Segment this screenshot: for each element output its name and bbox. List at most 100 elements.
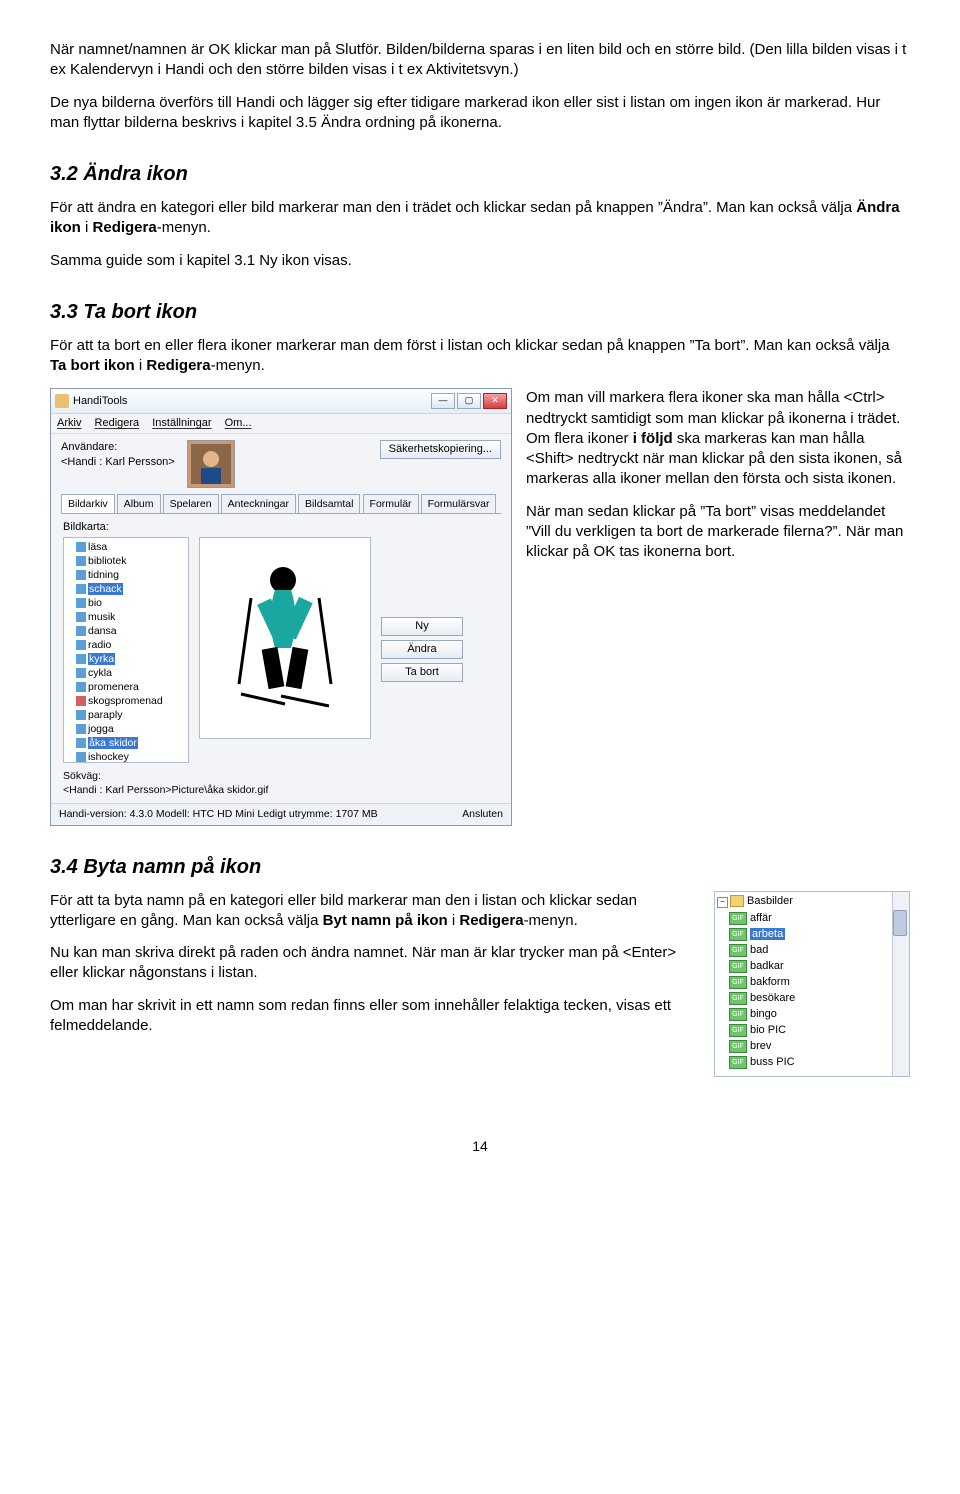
mini-tree-item-label: buss PIC (750, 1056, 795, 1068)
tab-bildsamtal[interactable]: Bildsamtal (298, 494, 360, 513)
window-buttons: — ▢ ✕ (431, 393, 507, 409)
mini-tree-root[interactable]: − Basbilder (717, 894, 907, 909)
tree-item[interactable]: åka skidor (76, 736, 186, 750)
tree-item[interactable]: bio (76, 596, 186, 610)
image-icon (76, 626, 86, 636)
delete-button[interactable]: Ta bort (381, 663, 463, 682)
mini-tree-item[interactable]: GIFbad (729, 942, 907, 958)
tree-item[interactable]: radio (76, 638, 186, 652)
tree-label: Bildkarta: (63, 520, 499, 535)
mini-tree-item[interactable]: GIFbadkar (729, 958, 907, 974)
image-icon (76, 668, 86, 678)
gif-icon: GIF (729, 912, 747, 925)
menu-arkiv[interactable]: Arkiv (57, 417, 81, 429)
mini-tree-item-label: bingo (750, 1008, 777, 1020)
status-right: Ansluten (462, 807, 503, 821)
sec33-r1-b: i följd (633, 430, 673, 447)
mini-tree-item[interactable]: GIFbrev (729, 1038, 907, 1054)
close-button[interactable]: ✕ (483, 393, 507, 409)
sec34-p1-c: i (448, 912, 460, 929)
menu-om[interactable]: Om... (225, 417, 252, 429)
gif-icon: GIF (729, 960, 747, 973)
mini-tree-item[interactable]: GIFbuss PIC (729, 1054, 907, 1070)
path-block: Sökväg: <Handi : Karl Persson>Picture\åk… (63, 769, 499, 797)
sec33-r1: Om man vill markera flera ikoner ska man… (526, 388, 910, 489)
tree-item[interactable]: promenera (76, 680, 186, 694)
statusbar: Handi-version: 4.3.0 Modell: HTC HD Mini… (51, 803, 511, 824)
tree-item[interactable]: jogga (76, 722, 186, 736)
menu-installningar[interactable]: Inställningar (152, 417, 211, 429)
tab-spelaren[interactable]: Spelaren (163, 494, 219, 513)
mini-tree[interactable]: − Basbilder GIFaffärGIFarbetaGIFbadGIFbad… (714, 891, 910, 1078)
sec34-p1-e: -menyn. (524, 912, 578, 929)
collapse-icon[interactable]: − (717, 897, 728, 908)
icon-tree[interactable]: läsabibliotektidningschackbiomusik dansa r… (63, 537, 189, 763)
tree-item[interactable]: kyrka (76, 652, 186, 666)
sec33-p1: För att ta bort en eller flera ikoner ma… (50, 336, 910, 377)
intro-p1: När namnet/namnen är OK klickar man på S… (50, 40, 910, 81)
tree-item[interactable]: schack (76, 582, 186, 596)
tree-item[interactable]: paraply (76, 708, 186, 722)
tree-item-label: läsa (88, 541, 107, 553)
mini-tree-root-label: Basbilder (747, 895, 793, 907)
tree-item[interactable]: dansa (76, 624, 186, 638)
mini-tree-item[interactable]: GIFbesökare (729, 990, 907, 1006)
image-icon (76, 584, 86, 594)
mini-tree-item[interactable]: GIFbakform (729, 974, 907, 990)
tab-anteckningar[interactable]: Anteckningar (221, 494, 296, 513)
gif-icon: GIF (729, 1008, 747, 1021)
tree-item[interactable]: skogspromenad (76, 694, 186, 708)
sec32-p1-c: i (81, 219, 93, 236)
skier-icon (225, 558, 345, 718)
tree-item[interactable]: musik (76, 610, 186, 624)
window-titlebar[interactable]: HandiTools — ▢ ✕ (51, 389, 511, 414)
tree-list: läsabibliotektidningschackbiomusik dansa r… (66, 540, 186, 763)
menubar[interactable]: Arkiv Redigera Inställningar Om... (51, 414, 511, 434)
sec34-p1-b: Byt namn på ikon (323, 912, 448, 929)
tree-item[interactable]: ishockey (76, 750, 186, 763)
image-icon (76, 696, 86, 706)
tree-item-label: schack (88, 583, 123, 595)
sec33-two-col: HandiTools — ▢ ✕ Arkiv Redigera Inställn… (50, 388, 910, 825)
edit-button[interactable]: Ändra (381, 640, 463, 659)
tab-formular[interactable]: Formulär (363, 494, 419, 513)
sec32-p2: Samma guide som i kapitel 3.1 Ny ikon vi… (50, 251, 910, 271)
image-icon (76, 542, 86, 552)
tab-album[interactable]: Album (117, 494, 161, 513)
scroll-thumb[interactable] (893, 910, 907, 936)
menu-redigera[interactable]: Redigera (95, 417, 140, 429)
image-icon (76, 556, 86, 566)
gif-icon: GIF (729, 944, 747, 957)
status-left: Handi-version: 4.3.0 Modell: HTC HD Mini… (59, 807, 378, 821)
mini-tree-item[interactable]: GIFbio PIC (729, 1022, 907, 1038)
gif-icon: GIF (729, 1040, 747, 1053)
tree-item[interactable]: cykla (76, 666, 186, 680)
mini-tree-list: GIFaffärGIFarbetaGIFbadGIFbadkarGIFbakfo… (717, 910, 907, 1070)
tree-item[interactable]: tidning (76, 568, 186, 582)
mini-tree-item[interactable]: GIFarbeta (729, 926, 907, 942)
new-button[interactable]: Ny (381, 617, 463, 636)
preview-pane (199, 537, 371, 739)
tree-item-label: åka skidor (88, 737, 138, 749)
sec34-text: För att ta byta namn på en kategori elle… (50, 891, 700, 1049)
image-icon (76, 682, 86, 692)
tree-item-label: dansa (88, 625, 117, 637)
mini-tree-item[interactable]: GIFbingo (729, 1006, 907, 1022)
tree-item[interactable]: bibliotek (76, 554, 186, 568)
tree-item-label: musik (88, 611, 115, 623)
gif-icon: GIF (729, 992, 747, 1005)
tree-item[interactable]: läsa (76, 540, 186, 554)
backup-button[interactable]: Säkerhetskopiering... (380, 440, 501, 459)
tab-formularsvar[interactable]: Formulärsvar (421, 494, 497, 513)
tree-item-label: paraply (88, 709, 122, 721)
tree-item-label: radio (88, 639, 111, 651)
window-title: HandiTools (73, 394, 127, 409)
path-value: <Handi : Karl Persson>Picture\åka skidor… (63, 783, 499, 797)
heading-3-4: 3.4 Byta namn på ikon (50, 854, 910, 881)
mini-tree-item[interactable]: GIFaffär (729, 910, 907, 926)
maximize-button[interactable]: ▢ (457, 393, 481, 409)
minimize-button[interactable]: — (431, 393, 455, 409)
intro-block: När namnet/namnen är OK klickar man på S… (50, 40, 910, 133)
scrollbar[interactable] (892, 892, 909, 1077)
tab-bildarkiv[interactable]: Bildarkiv (61, 494, 115, 513)
